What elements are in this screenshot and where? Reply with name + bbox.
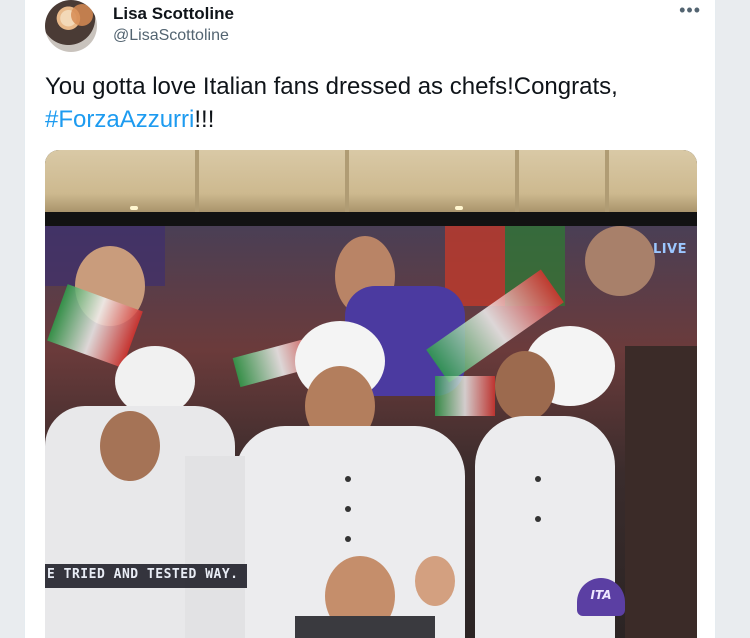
live-badge: LIVE bbox=[652, 242, 687, 257]
tweet-body-text: You gotta love Italian fans dressed as c… bbox=[45, 73, 618, 100]
tweet-text: You gotta love Italian fans dressed as c… bbox=[45, 70, 705, 136]
ceiling-background bbox=[45, 150, 697, 212]
broadcast-scene: LIVE E TRIED AND TESTED WAY. ITA bbox=[45, 226, 697, 638]
hashtag-link[interactable]: #ForzaAzzurri bbox=[45, 106, 194, 133]
author-avatar[interactable] bbox=[45, 0, 97, 52]
tweet-text-suffix: !!! bbox=[194, 106, 215, 133]
author-handle[interactable]: @LisaScottoline bbox=[113, 27, 229, 45]
ita-cap: ITA bbox=[577, 578, 625, 616]
broadcast-ticker: E TRIED AND TESTED WAY. bbox=[45, 564, 247, 588]
author-name[interactable]: Lisa Scottoline bbox=[113, 4, 234, 24]
tweet-media-image[interactable]: LIVE E TRIED AND TESTED WAY. ITA bbox=[45, 150, 697, 638]
more-options-icon[interactable]: ••• bbox=[679, 0, 701, 20]
tweet-card: Lisa Scottoline @LisaScottoline ••• You … bbox=[24, 0, 716, 638]
